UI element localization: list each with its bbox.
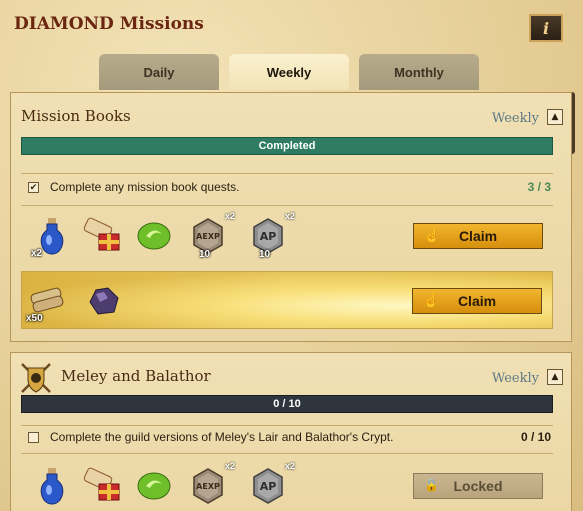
progress-bar: 0 / 10 xyxy=(21,395,553,413)
svg-text:AP: AP xyxy=(260,480,277,493)
svg-text:AEXP: AEXP xyxy=(196,482,220,491)
divider xyxy=(21,425,553,426)
scroll-gift-icon[interactable] xyxy=(81,215,123,257)
quest-count: 3 / 3 xyxy=(527,180,551,194)
quest-row: Complete the guild versions of Meley's L… xyxy=(21,427,553,447)
item-badge: x2 xyxy=(284,461,295,471)
scroll-stack-icon[interactable]: x50 xyxy=(26,280,68,324)
quest-row: ✔ Complete any mission book quests. 3 / … xyxy=(21,177,553,197)
quest-checkbox: ✔ xyxy=(28,181,39,193)
svg-text:AEXP: AEXP xyxy=(196,232,220,241)
claim-button-premium[interactable]: ☝ Claim xyxy=(412,288,542,314)
aexp-coin-icon[interactable]: AEXP x2 xyxy=(187,461,235,507)
potion-icon[interactable]: x2 xyxy=(31,215,73,259)
hand-pointer-icon: ☝ xyxy=(424,228,441,243)
tab-daily[interactable]: Daily xyxy=(99,54,219,90)
scroll-gift-icon[interactable] xyxy=(81,465,123,507)
info-icon: i xyxy=(542,18,550,38)
progress-bar: Completed xyxy=(21,137,553,155)
green-gem-icon[interactable] xyxy=(133,465,175,507)
mission-title: Meley and Balathor xyxy=(61,367,211,385)
missions-list: Mission Books Weekly ▲ Completed ✔ Compl… xyxy=(8,90,575,511)
item-multiplier: x50 xyxy=(26,313,43,324)
reward-row: AEXP x2 AP x2 🔒 Locked xyxy=(21,457,553,511)
tab-monthly[interactable]: Monthly xyxy=(359,54,479,90)
collapse-button[interactable]: ▲ xyxy=(547,109,563,125)
item-badge: x2 xyxy=(284,211,295,221)
quest-count: 0 / 10 xyxy=(520,430,551,444)
quest-checkbox xyxy=(28,431,39,443)
chevron-up-icon: ▲ xyxy=(551,372,559,382)
item-badge: x2 xyxy=(224,461,235,471)
ap-coin-icon[interactable]: AP x2 xyxy=(247,461,295,507)
item-level: 10 xyxy=(259,249,271,260)
item-badge: x2 xyxy=(224,211,235,221)
check-icon: ✔ xyxy=(29,181,38,192)
window-title: DIAMOND Missions xyxy=(14,14,204,34)
hand-pointer-icon: ☝ xyxy=(423,293,440,308)
mission-card-meley-balathor: Meley and Balathor Weekly ▲ 0 / 10 Compl… xyxy=(10,352,572,511)
divider xyxy=(21,453,553,454)
divider xyxy=(21,173,553,174)
locked-label: Locked xyxy=(453,478,503,494)
collapse-button[interactable]: ▲ xyxy=(547,369,563,385)
quest-text: Complete the guild versions of Meley's L… xyxy=(50,430,394,444)
tab-bar: Daily Weekly Monthly xyxy=(99,54,479,90)
item-level: 10 xyxy=(199,249,211,260)
svg-text:AP: AP xyxy=(260,230,277,243)
premium-reward-row: x50 ☝ Claim xyxy=(21,271,553,329)
reward-row: x2 AEXP x2 10 AP x2 10 ☝ Claim xyxy=(21,207,553,265)
divider xyxy=(21,205,553,206)
claim-label: Claim xyxy=(458,228,498,244)
mission-period: Weekly xyxy=(491,111,539,126)
quest-text: Complete any mission book quests. xyxy=(50,180,240,194)
item-multiplier: x2 xyxy=(31,248,43,259)
claim-button[interactable]: ☝ Claim xyxy=(413,223,543,249)
chevron-up-icon: ▲ xyxy=(551,112,559,122)
mission-card-mission-books: Mission Books Weekly ▲ Completed ✔ Compl… xyxy=(10,92,572,342)
missions-window: DIAMOND Missions i Daily Weekly Monthly … xyxy=(0,0,583,511)
ap-coin-icon[interactable]: AP x2 10 xyxy=(247,211,295,260)
progress-label: Completed xyxy=(258,140,316,152)
potion-icon[interactable] xyxy=(31,465,73,507)
dark-ore-icon[interactable] xyxy=(82,280,124,322)
aexp-coin-icon[interactable]: AEXP x2 10 xyxy=(187,211,235,260)
progress-label: 0 / 10 xyxy=(273,398,301,410)
info-button[interactable]: i xyxy=(529,14,563,42)
claim-label: Claim xyxy=(457,293,497,309)
tab-weekly[interactable]: Weekly xyxy=(229,54,349,90)
mission-title: Mission Books xyxy=(21,107,131,125)
mission-period: Weekly xyxy=(491,371,539,386)
lock-icon: 🔒 xyxy=(424,478,439,492)
green-gem-icon[interactable] xyxy=(133,215,175,257)
guild-shield-icon xyxy=(21,363,51,393)
locked-button: 🔒 Locked xyxy=(413,473,543,499)
